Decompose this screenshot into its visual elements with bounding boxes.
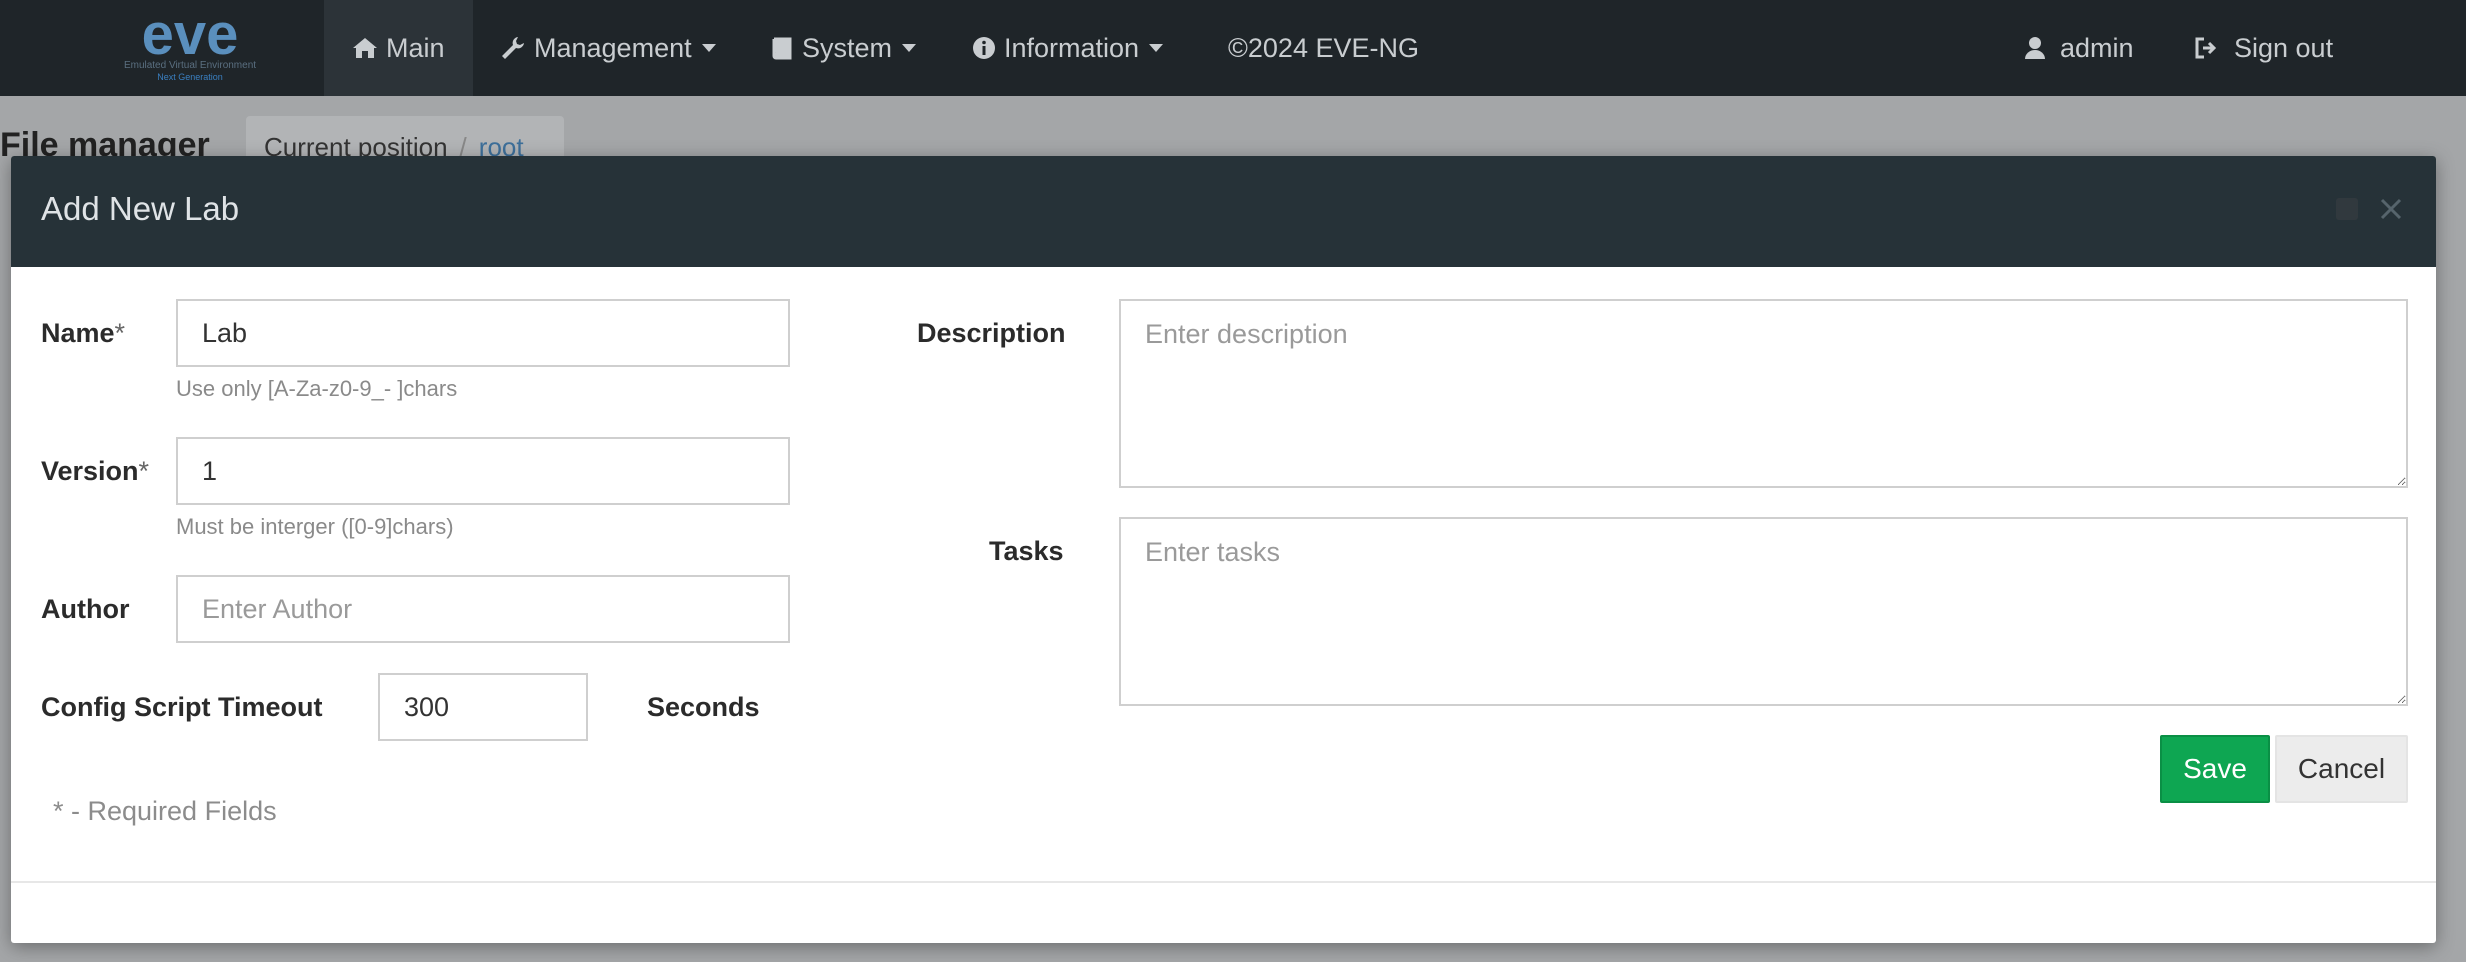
author-label: Author [41, 594, 130, 624]
nav-system[interactable]: System [770, 0, 917, 96]
required-marker: * [138, 456, 150, 486]
description-label: Description [917, 318, 1066, 348]
wrench-icon [502, 37, 524, 59]
name-help: Use only [A-Za-z0-9_- ]chars [176, 376, 458, 401]
logo-subtext-2: Next Generation [157, 72, 223, 82]
nav-management[interactable]: Management [500, 0, 716, 96]
nav-information-label: Information [1004, 32, 1140, 63]
timeout-input[interactable] [378, 673, 588, 741]
name-label-text: Name [41, 318, 115, 348]
modal-footer-divider [11, 881, 2436, 883]
chevron-down-icon [701, 44, 716, 52]
nav-management-label: Management [534, 32, 692, 63]
nav-system-label: System [802, 32, 893, 63]
version-help: Must be interger ([0-9]chars) [176, 514, 454, 539]
name-input[interactable] [176, 299, 790, 367]
required-fields-note: * - Required Fields [53, 796, 277, 826]
signout-label: Sign out [2234, 32, 2334, 63]
book-icon [772, 37, 792, 60]
modal-minimize-button[interactable] [2336, 198, 2358, 220]
close-icon[interactable] [2376, 194, 2406, 224]
user-icon [2025, 37, 2045, 59]
version-label: Version* [41, 456, 149, 487]
top-navbar: eve Emulated Virtual Environment Next Ge… [0, 0, 2466, 96]
nav-signout[interactable]: Sign out [2194, 0, 2333, 96]
tasks-textarea[interactable] [1119, 517, 2408, 706]
description-textarea[interactable] [1119, 299, 2408, 488]
required-marker: * [114, 318, 126, 348]
user-label: admin [2060, 32, 2134, 63]
modal-title: Add New Lab [41, 190, 240, 227]
add-lab-modal: Add New Lab Name* Use only [A-Za-z0-9_- … [11, 156, 2436, 943]
nav-main[interactable]: Main [324, 0, 473, 96]
chevron-down-icon [1149, 44, 1164, 52]
nav-user[interactable]: admin [2024, 0, 2134, 96]
nav-copyright[interactable]: ©2024 EVE-NG [1228, 0, 1419, 96]
author-input[interactable] [176, 575, 790, 643]
name-label: Name* [41, 318, 125, 349]
timeout-unit: Seconds [647, 692, 760, 722]
version-label-text: Version [41, 456, 139, 486]
copyright-label: ©2024 EVE-NG [1228, 32, 1419, 63]
eve-logo[interactable]: eve Emulated Virtual Environment Next Ge… [90, 2, 290, 86]
logo-text: eve [142, 6, 239, 67]
info-icon [973, 37, 995, 59]
modal-header: Add New Lab [11, 156, 2436, 267]
nav-main-label: Main [386, 32, 445, 63]
home-icon [353, 38, 377, 58]
sign-out-icon [2195, 37, 2217, 59]
cancel-button[interactable]: Cancel [2275, 735, 2408, 803]
timeout-label: Config Script Timeout [41, 692, 323, 722]
save-button[interactable]: Save [2160, 735, 2270, 803]
chevron-down-icon [902, 44, 917, 52]
version-input[interactable] [176, 437, 790, 505]
tasks-label: Tasks [989, 536, 1064, 566]
nav-information[interactable]: Information [972, 0, 1164, 96]
logo-subtext: Emulated Virtual Environment [124, 60, 256, 71]
